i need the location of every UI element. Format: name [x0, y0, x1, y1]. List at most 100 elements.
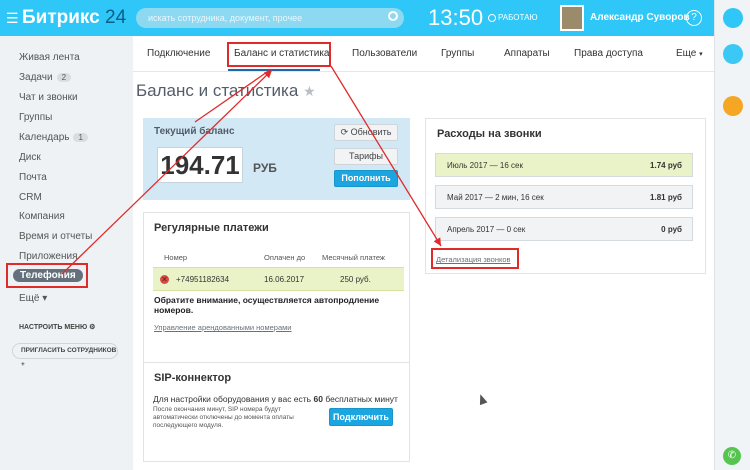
- sip-text-suffix: бесплатных минут: [325, 394, 398, 404]
- column-header-monthly: Месячный платеж: [322, 253, 385, 262]
- sidebar-item-groups[interactable]: Группы: [19, 112, 52, 123]
- sidebar-item-mail[interactable]: Почта: [19, 172, 47, 183]
- calls-title: Расходы на звонки: [437, 128, 542, 140]
- sidebar-item-label: Чат и звонки: [19, 92, 78, 103]
- right-panel: [714, 0, 750, 470]
- sidebar-item-label: Живая лента: [19, 52, 80, 63]
- sidebar-item-label: Диск: [19, 152, 41, 163]
- topup-button[interactable]: Пополнить: [334, 170, 398, 187]
- gear-icon: ⚙: [89, 324, 96, 331]
- call-amount: 0 руб: [661, 225, 682, 234]
- logo-text: Битрикс: [22, 7, 100, 28]
- sidebar-item-label: CRM: [19, 192, 42, 203]
- tab-connection[interactable]: Подключение: [147, 48, 210, 59]
- plus-icon: +: [21, 361, 25, 368]
- status-dot-icon: [488, 13, 496, 22]
- sidebar-item-calendar[interactable]: Календарь 1: [19, 132, 88, 143]
- star-icon[interactable]: ★: [303, 83, 316, 99]
- sidebar-item-label: Группы: [19, 112, 53, 123]
- call-period: Апрель 2017 — 0 сек: [447, 225, 526, 234]
- sip-free-minutes-text: Для настройки оборудования у вас есть 60…: [153, 394, 398, 404]
- search-icon[interactable]: [388, 11, 398, 21]
- active-tab-indicator: [228, 69, 320, 71]
- sidebar-item-company[interactable]: Компания: [19, 211, 65, 222]
- balance-value: 194.71: [157, 147, 243, 183]
- balance-currency: РУБ: [253, 161, 277, 175]
- configure-menu[interactable]: НАСТРОИТЬ МЕНЮ ⚙: [19, 323, 95, 331]
- list-item: Апрель 2017 — 0 сек 0 руб: [435, 217, 693, 241]
- sidebar-item-time[interactable]: Время и отчеты: [19, 231, 92, 242]
- sip-connect-button[interactable]: Подключить: [329, 408, 393, 426]
- invite-button[interactable]: ПРИГЛАСИТЬ СОТРУДНИКОВ +: [12, 343, 118, 368]
- column-header-paid-until: Оплачен до: [264, 253, 306, 262]
- sidebar-item-apps[interactable]: Приложения: [19, 251, 78, 262]
- phone-icon[interactable]: ✆: [723, 447, 741, 465]
- call-period: Май 2017 — 2 мин, 16 сек: [447, 193, 544, 202]
- top-bar: ☰ Битрикс 24 13:50 РАБОТАЮ Александр Сув…: [0, 0, 750, 36]
- row-monthly: 250 руб.: [340, 275, 371, 284]
- call-amount: 1.74 руб: [650, 161, 682, 170]
- sip-text-prefix: Для настройки оборудования у вас есть: [153, 394, 312, 404]
- tariffs-button[interactable]: Тарифы: [334, 148, 398, 165]
- work-status[interactable]: РАБОТАЮ: [488, 13, 538, 22]
- user-avatar[interactable]: [560, 5, 584, 31]
- refresh-button[interactable]: ⟳ Обновить: [334, 124, 398, 141]
- balance-card: Текущий баланс 194.71 РУБ ⟳ Обновить Тар…: [143, 118, 410, 200]
- tab-groups[interactable]: Группы: [441, 48, 474, 59]
- counter-badge: 1: [73, 133, 88, 142]
- annotation-box-details: [431, 248, 519, 269]
- search-contacts-icon[interactable]: [723, 44, 743, 64]
- sidebar-item-label: Приложения: [19, 251, 78, 262]
- row-number: +74951182634: [176, 275, 230, 284]
- sidebar-item-disk[interactable]: Диск: [19, 152, 41, 163]
- tab-more-label: Еще: [676, 48, 697, 59]
- balance-label: Текущий баланс: [154, 126, 235, 137]
- logo-number: 24: [105, 7, 127, 28]
- search-input[interactable]: [136, 8, 404, 28]
- page-title: Баланс и статистика ★: [136, 81, 316, 101]
- sidebar-item-tasks[interactable]: Задачи 2: [19, 72, 72, 83]
- tab-bar: Подключение Баланс и статистика Пользова…: [133, 36, 714, 72]
- list-item: Июль 2017 — 16 сек 1.74 руб: [435, 153, 693, 177]
- user-name[interactable]: Александр Суворов: [590, 12, 690, 23]
- invite-label: ПРИГЛАСИТЬ СОТРУДНИКОВ: [21, 347, 117, 354]
- autorenew-notice: Обратите внимание, осуществляется автопр…: [154, 295, 380, 315]
- chevron-down-icon: ▾: [42, 293, 48, 304]
- sidebar-item-label: Задачи: [19, 72, 53, 83]
- sip-disclaimer: После окончания минут, SIP номера будут …: [153, 406, 294, 429]
- sidebar-item-label: Ещё: [19, 293, 40, 304]
- notifications-icon[interactable]: [723, 8, 743, 28]
- payments-title: Регулярные платежи: [154, 222, 269, 234]
- configure-menu-label: НАСТРОИТЬ МЕНЮ: [19, 324, 88, 331]
- manage-numbers-link[interactable]: Управление арендованными номерами: [154, 323, 291, 332]
- delete-icon[interactable]: ✕: [160, 275, 169, 284]
- contact-avatar-icon[interactable]: [723, 96, 743, 116]
- tab-permissions[interactable]: Права доступа: [574, 48, 643, 59]
- call-period: Июль 2017 — 16 сек: [447, 161, 523, 170]
- sidebar-item-more[interactable]: Ещё ▾: [19, 293, 47, 304]
- tab-more[interactable]: Еще ▾: [676, 48, 703, 59]
- column-header-number: Номер: [164, 253, 188, 262]
- work-status-label: РАБОТАЮ: [498, 13, 538, 22]
- annotation-box-telephony: [6, 263, 88, 288]
- sidebar-item-feed[interactable]: Живая лента: [19, 52, 80, 63]
- help-icon[interactable]: ?: [686, 10, 702, 26]
- tab-users[interactable]: Пользователи: [352, 48, 417, 59]
- sidebar-item-label: Календарь: [19, 132, 70, 143]
- logo[interactable]: Битрикс 24: [22, 7, 126, 29]
- refresh-icon: ⟳: [340, 127, 349, 137]
- main-content: Подключение Баланс и статистика Пользова…: [133, 36, 714, 470]
- sidebar-item-label: Компания: [19, 211, 65, 222]
- counter-badge: 2: [56, 73, 72, 82]
- sidebar-item-chat[interactable]: Чат и звонки: [19, 92, 78, 103]
- page-title-text: Баланс и статистика: [136, 81, 299, 100]
- tab-devices[interactable]: Аппараты: [504, 48, 550, 59]
- sidebar-item-label: Время и отчеты: [19, 231, 93, 242]
- annotation-box-balance-tab: [227, 42, 331, 67]
- menu-icon[interactable]: ☰: [6, 10, 19, 27]
- list-item: Май 2017 — 2 мин, 16 сек 1.81 руб: [435, 185, 693, 209]
- sip-free-minutes: 60: [313, 394, 323, 404]
- call-amount: 1.81 руб: [650, 193, 682, 202]
- refresh-label: Обновить: [350, 127, 392, 137]
- sidebar-item-crm[interactable]: CRM: [19, 192, 42, 203]
